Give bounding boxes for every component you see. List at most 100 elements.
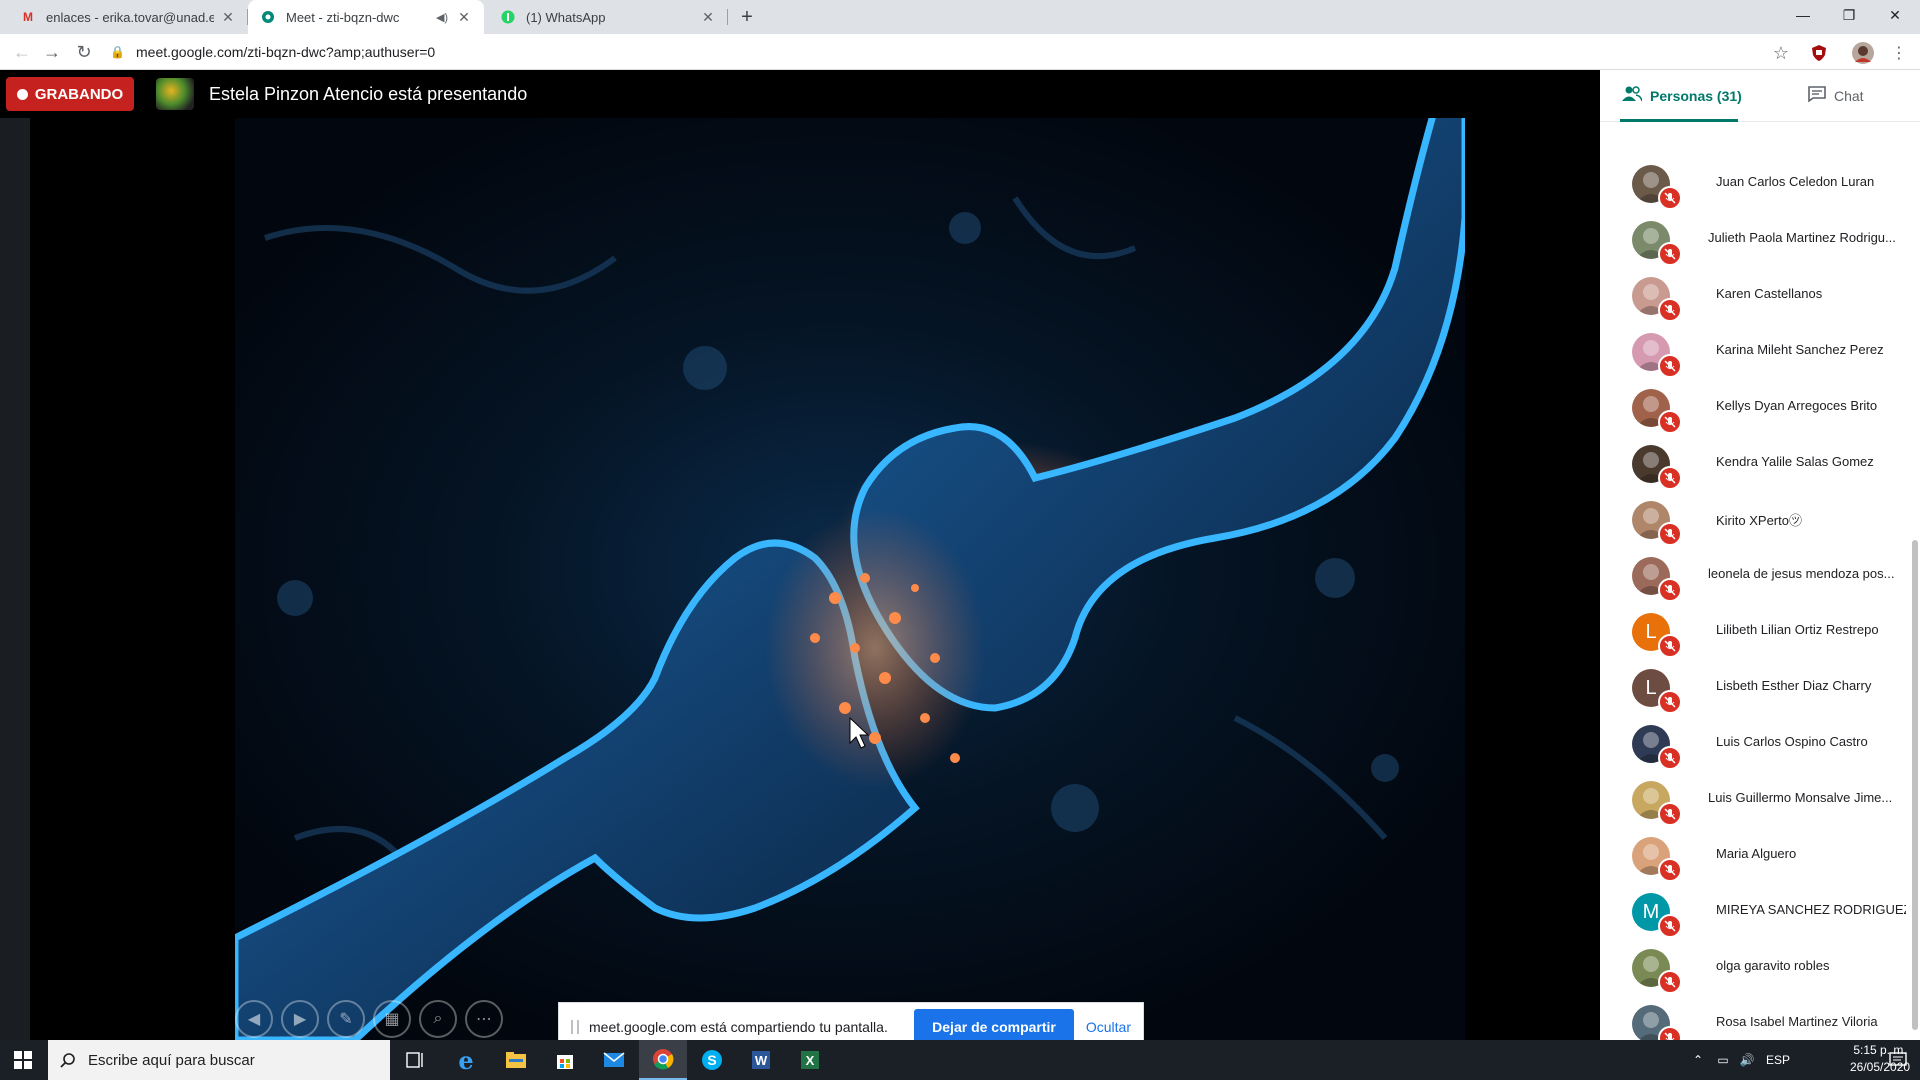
address-bar[interactable]: 🔒 meet.google.com/zti-bqzn-dwc?amp;authu… — [110, 38, 1770, 66]
maximize-button[interactable]: ❐ — [1826, 0, 1872, 30]
tab-people[interactable]: Personas (31) — [1622, 70, 1742, 122]
muted-mic-icon — [1658, 1026, 1682, 1040]
tray-chevron-icon[interactable]: ⌃ — [1688, 1040, 1708, 1080]
word-icon[interactable]: W — [737, 1040, 785, 1080]
participant-row[interactable]: Kellys Dyan Arregoces Brito — [1600, 380, 1912, 436]
forward-button[interactable]: → — [40, 40, 64, 64]
muted-mic-icon — [1658, 914, 1682, 938]
slide-grid-button[interactable]: ▦ — [373, 1000, 411, 1038]
minimize-button[interactable]: — — [1780, 0, 1826, 30]
synapse-illustration — [235, 118, 1465, 1040]
new-tab-button[interactable]: + — [736, 6, 758, 28]
extension-icon[interactable] — [1808, 42, 1830, 64]
participant-row[interactable]: Karen Castellanos — [1600, 268, 1912, 324]
participant-row[interactable]: Luis Carlos Ospino Castro — [1600, 716, 1912, 772]
muted-mic-icon — [1658, 242, 1682, 266]
record-dot-icon — [16, 88, 28, 100]
participant-row[interactable]: L Lilibeth Lilian Ortiz Restrepo — [1600, 604, 1912, 660]
participant-row[interactable]: Luis Guillermo Monsalve Jime... — [1600, 772, 1912, 828]
pen-tool-button[interactable]: ✎ — [327, 1000, 365, 1038]
task-view-icon[interactable] — [392, 1040, 440, 1080]
chat-icon — [1808, 85, 1826, 107]
participant-row[interactable]: Rosa Isabel Martinez Viloria — [1600, 996, 1912, 1040]
share-message: meet.google.com está compartiendo tu pan… — [589, 1019, 888, 1035]
shared-screen-image — [235, 118, 1465, 1040]
hide-banner-button[interactable]: Ocultar — [1086, 1019, 1131, 1035]
participant-row[interactable]: Maria Alguero — [1600, 828, 1912, 884]
chrome-icon[interactable] — [639, 1040, 687, 1080]
muted-mic-icon — [1658, 970, 1682, 994]
menu-kebab-icon[interactable]: ⋮ — [1888, 42, 1910, 64]
participant-row[interactable]: Juan Carlos Celedon Luran — [1600, 156, 1912, 212]
skype-icon[interactable]: S — [688, 1040, 736, 1080]
bookmark-star-icon[interactable]: ☆ — [1770, 42, 1792, 64]
network-icon[interactable]: ▭ — [1712, 1040, 1734, 1080]
start-button[interactable] — [0, 1040, 46, 1080]
muted-mic-icon — [1658, 690, 1682, 714]
participant-row[interactable]: Julieth Paola Martinez Rodrigu... — [1600, 212, 1912, 268]
store-icon[interactable] — [541, 1040, 589, 1080]
previous-slide-button[interactable]: ◀ — [235, 1000, 273, 1038]
language-indicator[interactable]: ESP — [1762, 1040, 1794, 1080]
tab-title: enlaces - erika.tovar@unad.edu.c — [46, 9, 214, 25]
tab-gmail[interactable]: M enlaces - erika.tovar@unad.edu.c ✕ — [8, 0, 248, 34]
speaker-icon[interactable]: ◀) — [434, 9, 450, 25]
volume-icon[interactable]: 🔊 — [1736, 1040, 1758, 1080]
muted-mic-icon — [1658, 858, 1682, 882]
url-text: meet.google.com/zti-bqzn-dwc?amp;authuse… — [136, 44, 436, 60]
participant-row[interactable]: Kendra Yalile Salas Gomez — [1600, 436, 1912, 492]
participant-row[interactable]: L Lisbeth Esther Diaz Charry — [1600, 660, 1912, 716]
close-tab-icon[interactable]: ✕ — [700, 9, 716, 25]
excel-icon[interactable]: X — [786, 1040, 834, 1080]
close-window-button[interactable]: ✕ — [1872, 0, 1918, 30]
drag-handle-icon[interactable] — [571, 1020, 579, 1034]
recording-label: GRABANDO — [34, 85, 124, 103]
participant-name: olga garavito robles — [1716, 958, 1830, 973]
meet-stage: GRABANDO Estela Pinzon Atencio está pres… — [0, 70, 1600, 1052]
notifications-icon[interactable] — [1876, 1040, 1920, 1080]
next-slide-button[interactable]: ▶ — [281, 1000, 319, 1038]
participant-row[interactable]: M MIREYA SANCHEZ RODRIGUEZ — [1600, 884, 1912, 940]
profile-avatar[interactable] — [1852, 42, 1874, 64]
windows-taskbar: Escribe aquí para buscar e S W X ⌃ ▭ 🔊 E… — [0, 1040, 1920, 1080]
edge-browser-icon[interactable]: e — [442, 1040, 490, 1080]
participant-name: Rosa Isabel Martinez Viloria — [1716, 1014, 1878, 1029]
participant-list-scrollbar[interactable] — [1912, 540, 1918, 1030]
more-options-button[interactable]: ⋯ — [465, 1000, 503, 1038]
zoom-button[interactable]: ⌕ — [419, 1000, 457, 1038]
people-tab-label: Personas (31) — [1650, 88, 1742, 104]
muted-mic-icon — [1658, 298, 1682, 322]
participant-name: Karina Mileht Sanchez Perez — [1716, 342, 1884, 357]
tab-whatsapp[interactable]: (1) WhatsApp ✕ — [488, 0, 728, 34]
mail-icon[interactable] — [590, 1040, 638, 1080]
muted-mic-icon — [1658, 634, 1682, 658]
tab-chat[interactable]: Chat — [1808, 70, 1864, 122]
gmail-icon: M — [23, 10, 33, 24]
reload-button[interactable]: ↻ — [72, 40, 96, 64]
participant-row[interactable]: Kirito XPerto㋡ — [1600, 492, 1912, 548]
participant-name: Lisbeth Esther Diaz Charry — [1716, 678, 1872, 693]
windows-icon — [14, 1051, 32, 1069]
muted-mic-icon — [1658, 746, 1682, 770]
tab-meet[interactable]: Meet - zti-bqzn-dwc ◀) ✕ — [248, 0, 484, 34]
people-icon — [1622, 85, 1643, 107]
back-button[interactable]: ← — [10, 40, 34, 64]
presenter-text: Estela Pinzon Atencio está presentando — [209, 84, 528, 104]
participant-row[interactable]: Karina Mileht Sanchez Perez — [1600, 324, 1912, 380]
participant-row[interactable]: leonela de jesus mendoza pos... — [1600, 548, 1912, 604]
stage-right-margin — [1465, 118, 1600, 1040]
close-tab-icon[interactable]: ✕ — [220, 9, 236, 25]
browser-tab-strip: M enlaces - erika.tovar@unad.edu.c ✕ Mee… — [0, 0, 1920, 34]
panel-tabs: Personas (31) Chat — [1600, 70, 1920, 122]
participant-name: Kellys Dyan Arregoces Brito — [1716, 398, 1878, 413]
slide-controls: ◀ ▶ ✎ ▦ ⌕ ⋯ — [235, 1000, 503, 1038]
whatsapp-icon — [500, 9, 516, 25]
close-tab-icon[interactable]: ✕ — [456, 9, 472, 25]
participant-row[interactable]: olga garavito robles — [1600, 940, 1912, 996]
taskbar-search[interactable]: Escribe aquí para buscar — [48, 1040, 390, 1080]
participant-name: Julieth Paola Martinez Rodrigu... — [1708, 230, 1896, 245]
participant-name: Maria Alguero — [1716, 846, 1797, 861]
file-explorer-icon[interactable] — [492, 1040, 540, 1080]
chat-tab-label: Chat — [1834, 88, 1864, 104]
meet-icon — [260, 9, 276, 25]
